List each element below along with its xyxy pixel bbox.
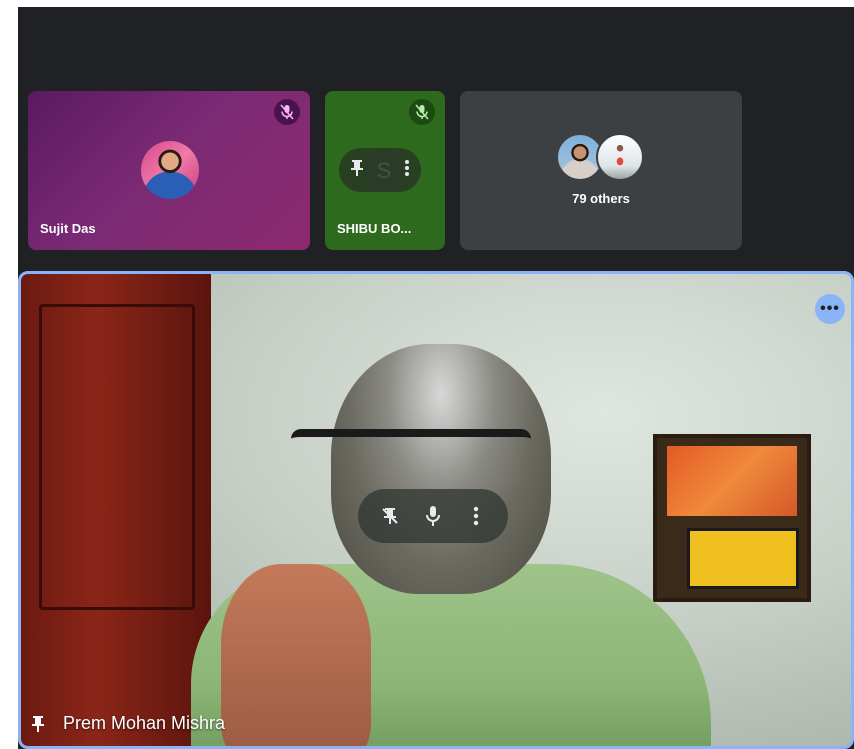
participant-name: Prem Mohan Mishra — [63, 713, 226, 733]
others-tile[interactable]: 79 others — [460, 91, 742, 250]
pin-icon — [351, 160, 363, 176]
main-participant-label: Prem Mohan Mishra — [31, 713, 225, 734]
mic-off-icon-svg — [415, 104, 429, 120]
video-person-glasses — [291, 429, 531, 495]
more-options-button[interactable] — [404, 159, 410, 181]
participant-name: SHIBU BO... — [337, 221, 412, 236]
mic-off-icon — [409, 99, 435, 125]
video-person-hand — [221, 564, 371, 746]
mic-off-icon — [274, 99, 300, 125]
meeting-stage: Sujit Das SHIBU BO... 79 others ••• Prem… — [18, 7, 854, 749]
tile-hover-controls — [339, 148, 421, 192]
participant-name: Sujit Das — [40, 221, 96, 236]
avatar — [596, 133, 644, 181]
mic-off-icon-svg — [280, 104, 294, 120]
unpin-icon — [381, 508, 398, 524]
more-vert-icon — [405, 160, 409, 176]
more-options-button[interactable]: ••• — [815, 294, 845, 324]
pin-icon — [32, 715, 44, 732]
video-door-panel — [39, 304, 195, 610]
more-vert-icon — [474, 506, 479, 526]
others-count-label: 79 others — [572, 191, 630, 206]
mic-button[interactable] — [417, 500, 449, 532]
pin-button[interactable] — [350, 159, 364, 181]
more-options-button[interactable] — [460, 500, 492, 532]
unpin-button[interactable] — [374, 500, 406, 532]
avatar — [141, 141, 199, 199]
video-door — [21, 274, 211, 746]
mic-icon — [425, 506, 440, 526]
participant-tile-shibu[interactable]: S SHIBU BO... — [325, 91, 445, 250]
main-video-tile[interactable]: ••• Prem Mohan Mishra — [18, 271, 854, 749]
participant-tile-sujit-das[interactable]: Sujit Das — [28, 91, 310, 250]
tile-control-pill — [358, 489, 508, 543]
others-avatar-group — [556, 133, 648, 183]
